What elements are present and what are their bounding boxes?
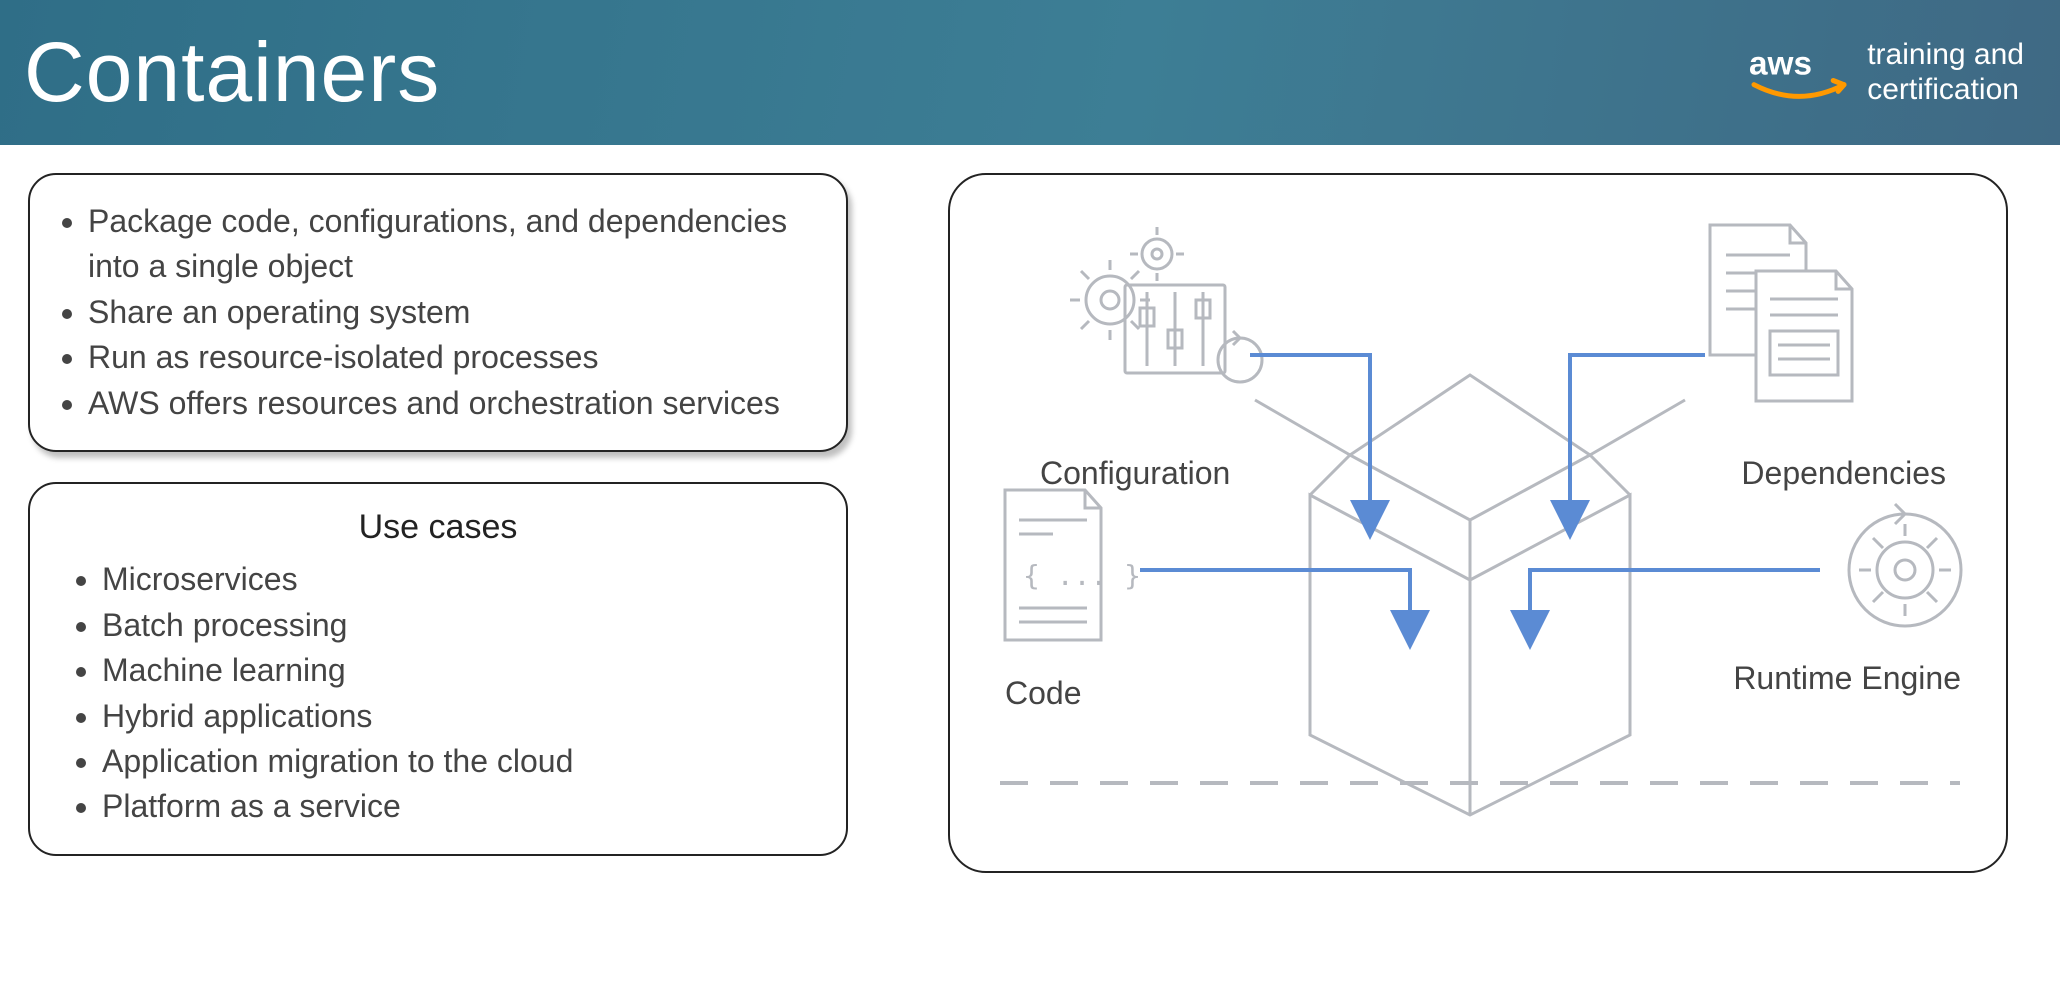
arrow-dependencies	[1570, 355, 1705, 520]
arrow-runtime	[1530, 570, 1820, 630]
brand-line1: training and	[1867, 38, 2024, 73]
list-item: Run as resource-isolated processes	[88, 335, 814, 380]
list-item: Platform as a service	[102, 784, 814, 829]
list-item: Application migration to the cloud	[102, 739, 814, 784]
list-item: Hybrid applications	[102, 694, 814, 739]
use-cases-card: Use cases Microservices Batch processing…	[28, 482, 848, 856]
aws-logo-icon: aws	[1749, 43, 1849, 103]
use-cases-title: Use cases	[62, 508, 814, 547]
container-diagram: { ... } Configuration Dependencies	[948, 173, 2008, 873]
configuration-icon	[1070, 227, 1262, 382]
left-column: Package code, configurations, and depend…	[28, 173, 848, 856]
diagram-svg: { ... }	[950, 175, 2010, 875]
label-code: Code	[1005, 675, 1082, 712]
runtime-engine-icon	[1849, 504, 1961, 626]
list-item: Microservices	[102, 557, 814, 602]
list-item: Machine learning	[102, 648, 814, 693]
code-icon: { ... }	[1005, 490, 1141, 640]
brand-subtitle: training and certification	[1867, 38, 2024, 107]
list-item: Package code, configurations, and depend…	[88, 199, 814, 290]
label-dependencies: Dependencies	[1741, 455, 1946, 492]
dependencies-icon	[1710, 225, 1852, 401]
list-item: Batch processing	[102, 603, 814, 648]
arrow-code	[1140, 570, 1410, 630]
slide-title: Containers	[24, 24, 440, 121]
description-card: Package code, configurations, and depend…	[28, 173, 848, 452]
aws-brand: aws training and certification	[1749, 38, 2024, 107]
label-runtime-engine: Runtime Engine	[1733, 660, 1961, 697]
svg-text:aws: aws	[1749, 45, 1812, 82]
slide-header: Containers aws training and certificatio…	[0, 0, 2060, 145]
slide-content: Package code, configurations, and depend…	[0, 145, 2060, 873]
label-configuration: Configuration	[1040, 455, 1230, 492]
box-icon	[1255, 375, 1685, 815]
brand-line2: certification	[1867, 73, 2024, 108]
list-item: AWS offers resources and orchestration s…	[88, 381, 814, 426]
description-list: Package code, configurations, and depend…	[62, 199, 814, 426]
use-cases-list: Microservices Batch processing Machine l…	[62, 557, 814, 830]
list-item: Share an operating system	[88, 290, 814, 335]
svg-text:{ ... }: { ... }	[1023, 559, 1141, 592]
